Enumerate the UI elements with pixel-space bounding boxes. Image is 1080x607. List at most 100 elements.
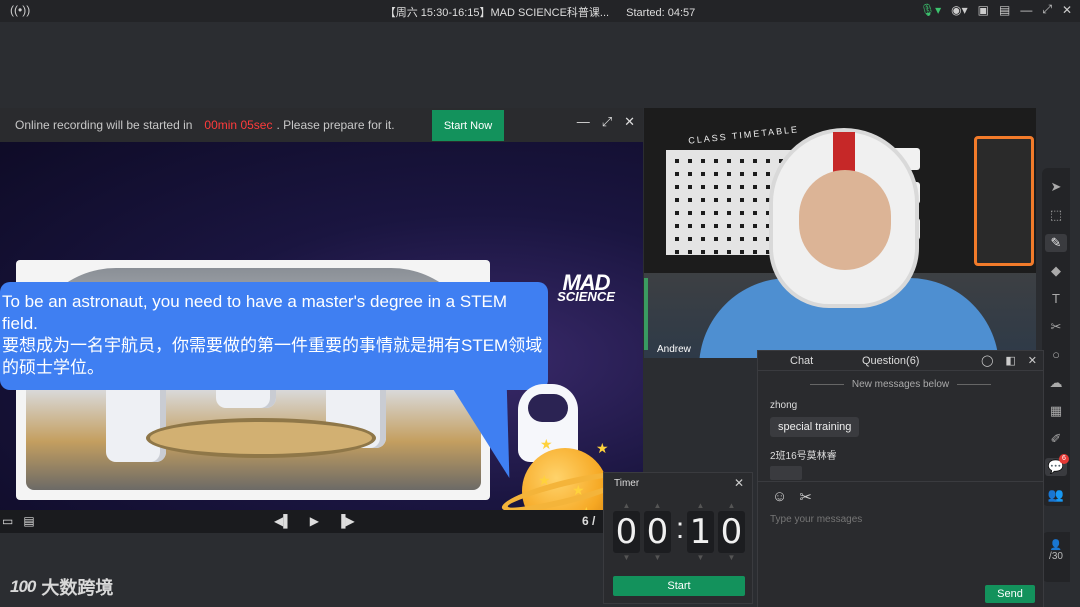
- eraser-icon[interactable]: ◆: [1045, 262, 1067, 280]
- decrement-arrow-icon[interactable]: ▼: [623, 553, 631, 563]
- bubble-text-en: To be an astronaut, you need to have a m…: [2, 292, 508, 333]
- message-text: special training: [770, 417, 860, 437]
- tool-sidebar: ➤ ⬚ ✎ ◆ T ✂ ○ ☁ ▦ ✐ 💬 👥: [1042, 168, 1070, 506]
- play-button[interactable]: ▶: [310, 514, 319, 528]
- comment-icon[interactable]: ◯: [981, 354, 993, 367]
- board-frame: [974, 136, 1034, 266]
- members-icon[interactable]: 👥: [1045, 486, 1067, 504]
- recording-suffix: . Please prepare for it.: [276, 118, 395, 132]
- close-timer-button[interactable]: ✕: [734, 476, 744, 490]
- timer-colon: :: [675, 512, 685, 545]
- close-chat-button[interactable]: ✕: [1028, 354, 1037, 367]
- timer-widget: Timer ✕ ▲ 0 ▼ ▲ 0 ▼ : ▲ 1 ▼ ▲ 0 ▼ Start: [603, 472, 753, 604]
- microphone-icon[interactable]: 🎙▾: [920, 3, 941, 17]
- message-sender: 2班16号莫林睿: [770, 451, 837, 462]
- message-input[interactable]: [770, 514, 1020, 525]
- title-bar: ((•)) 【周六 15:30-16:15】MAD SCIENCE科普课... …: [0, 0, 1080, 22]
- star-icon: ★: [538, 472, 551, 488]
- hatch: [146, 418, 376, 458]
- send-button[interactable]: Send: [985, 585, 1035, 603]
- timer-digit: 1: [687, 511, 714, 553]
- slide-canvas: To be an astronaut, you need to have a m…: [0, 132, 643, 510]
- scissors-icon[interactable]: ✂: [799, 488, 812, 506]
- camera-icon[interactable]: ◉▾: [951, 3, 968, 17]
- thumbnail-icon[interactable]: ▭: [2, 514, 13, 528]
- chat-message: 2班16号莫林睿: [770, 447, 1043, 480]
- slide-controls: ▭ ▤ ◀▌ ▶ ▐▶ 6 /: [0, 510, 643, 533]
- timer-digits: ▲ 0 ▼ ▲ 0 ▼ : ▲ 1 ▼ ▲ 0 ▼: [612, 501, 748, 563]
- expand-panel-icon[interactable]: ⤢: [602, 114, 612, 130]
- recording-notice-bar: Online recording will be started in 00mi…: [0, 108, 643, 142]
- screen-share-icon[interactable]: ▣: [978, 3, 989, 17]
- minimize-panel-button[interactable]: —: [577, 114, 590, 130]
- close-panel-button[interactable]: ✕: [624, 114, 635, 130]
- astronaut-helmet: [769, 128, 919, 308]
- text-icon[interactable]: T: [1045, 290, 1067, 308]
- new-messages-divider: New messages below: [758, 379, 1043, 390]
- started-timer: Started: 04:57: [626, 7, 696, 19]
- decrement-arrow-icon[interactable]: ▼: [697, 553, 705, 563]
- courseware-panel: To be an astronaut, you need to have a m…: [0, 108, 643, 533]
- brand-mark: 100: [10, 577, 36, 596]
- increment-arrow-icon[interactable]: ▲: [728, 501, 736, 511]
- cloud-icon[interactable]: ☁: [1045, 374, 1067, 392]
- timer-digit: 0: [613, 511, 640, 553]
- next-slide-button[interactable]: ▐▶: [337, 514, 355, 528]
- recording-countdown: 00min 05sec: [204, 118, 273, 132]
- close-window-button[interactable]: ✕: [1062, 3, 1072, 17]
- teacher-video: CLASS TIMETABLE Andrew: [644, 108, 1036, 358]
- user-icon: 👤: [1049, 540, 1063, 551]
- minimize-window-button[interactable]: —: [1020, 3, 1032, 17]
- pointer-icon[interactable]: ➤: [1045, 178, 1067, 196]
- increment-arrow-icon[interactable]: ▲: [654, 501, 662, 511]
- notes-icon[interactable]: ▤: [23, 514, 34, 528]
- tab-question[interactable]: Question(6): [862, 355, 919, 367]
- star-icon: ★: [596, 440, 609, 456]
- increment-arrow-icon[interactable]: ▲: [623, 501, 631, 511]
- timer-header: Timer ✕: [604, 473, 752, 493]
- recording-message: Online recording will be started in: [15, 118, 193, 132]
- chat-panel: Chat Question(6) ◯ ◧ ✕ New messages belo…: [757, 350, 1044, 607]
- toolbox-icon[interactable]: ▦: [1045, 402, 1067, 420]
- fullscreen-icon[interactable]: ⤢: [1042, 2, 1052, 17]
- shape-icon[interactable]: ○: [1045, 346, 1067, 364]
- select-icon[interactable]: ⬚: [1045, 206, 1067, 224]
- decrement-arrow-icon[interactable]: ▼: [654, 553, 662, 563]
- brand-watermark: 100 大数跨境: [10, 574, 113, 600]
- timer-digit: 0: [644, 511, 671, 553]
- user-count: /30: [1049, 551, 1063, 562]
- popout-icon[interactable]: ◧: [1005, 354, 1015, 367]
- message-sender: zhong: [770, 400, 798, 411]
- board-label: CLASS TIMETABLE: [687, 124, 800, 146]
- pen-icon[interactable]: ✎: [1045, 234, 1067, 252]
- title-bar-controls: 🎙▾ ◉▾ ▣ ▤ — ⤢ ✕: [920, 2, 1072, 17]
- speech-bubble: To be an astronaut, you need to have a m…: [0, 282, 548, 390]
- brand-name: 大数跨境: [41, 578, 114, 598]
- user-count-panel[interactable]: 👤 /30: [1042, 532, 1070, 582]
- star-icon: ★: [572, 482, 585, 498]
- chat-icon[interactable]: 💬: [1045, 454, 1069, 476]
- timer-title: Timer: [614, 478, 640, 489]
- chat-message: zhong special training: [770, 400, 1043, 437]
- sticker-image: [770, 466, 802, 480]
- increment-arrow-icon[interactable]: ▲: [697, 501, 705, 511]
- tab-chat[interactable]: Chat: [790, 355, 813, 367]
- panel-controls: — ⤢ ✕: [577, 114, 635, 130]
- participant-name: Andrew: [657, 344, 691, 355]
- decrement-arrow-icon[interactable]: ▼: [728, 553, 736, 563]
- page-indicator: 6 /: [582, 514, 596, 528]
- timer-start-button[interactable]: Start: [613, 576, 745, 596]
- scissors-icon[interactable]: ✂: [1045, 318, 1067, 336]
- notification-icon[interactable]: ▤: [999, 3, 1010, 17]
- window-title: 【周六 15:30-16:15】MAD SCIENCE科普课... Starte…: [0, 4, 1080, 20]
- start-now-button[interactable]: Start Now: [432, 110, 504, 141]
- class-title: 【周六 15:30-16:15】MAD SCIENCE科普课...: [384, 7, 610, 19]
- chat-header: Chat Question(6) ◯ ◧ ✕: [758, 351, 1043, 371]
- timer-digit: 0: [718, 511, 745, 553]
- emoji-icon[interactable]: ☺: [772, 488, 787, 506]
- previous-slide-button[interactable]: ◀▌: [274, 514, 292, 528]
- bubble-text-cn: 要想成为一名宇航员，你需要做的第一件重要的事情就是拥有STEM领域的硕士学位。: [2, 336, 543, 377]
- chat-input-area: ☺ ✂ Send: [758, 481, 1043, 607]
- mad-science-logo: MAD SCIENCE: [557, 270, 615, 304]
- edit-icon[interactable]: ✐: [1045, 430, 1067, 448]
